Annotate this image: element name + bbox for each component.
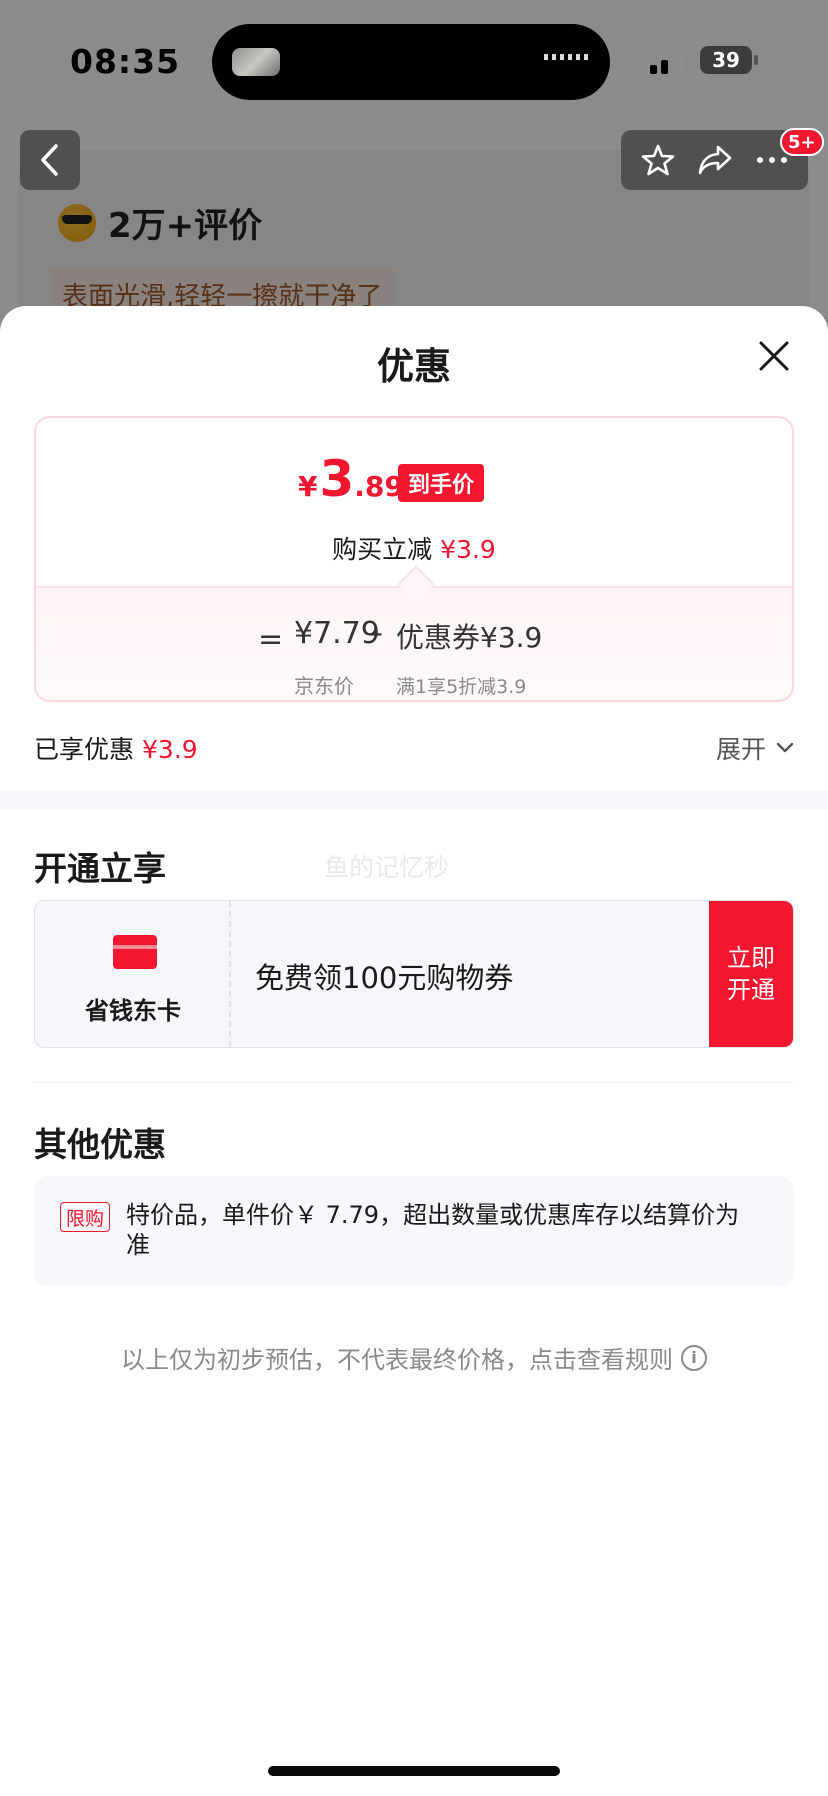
media-thumbnail (232, 48, 280, 76)
jd-price: ¥7.79 (294, 616, 380, 651)
chevron-left-icon (41, 144, 58, 176)
status-time: 08:35 (70, 42, 181, 81)
signal-icon (650, 48, 690, 74)
credit-card-icon (113, 935, 157, 969)
share-icon (698, 145, 731, 175)
card-name: 省钱东卡 (85, 997, 181, 1025)
jd-price-label: 京东价 (294, 674, 354, 698)
message-badge: 5+ (780, 128, 824, 156)
favorite-button[interactable] (636, 138, 680, 182)
info-icon[interactable]: i (681, 1344, 707, 1371)
other-offer-text: 特价品，单件价￥ 7.79，超出数量或优惠库存以结算价为准 (126, 1201, 740, 1259)
final-price-tag: 到手价 (398, 464, 485, 502)
price-breakdown-card: ¥ 3 .89 到手价 购买立减 ¥3.9 = ¥7.79 京东价 – 优惠券¥3… (34, 416, 794, 702)
discount-sheet: 优惠 ¥ 3 .89 到手价 购买立减 ¥3.9 = ¥7.79 京东价 – 优惠… (0, 306, 828, 1796)
divider (34, 1082, 794, 1083)
expand-toggle[interactable]: 展开 (716, 730, 794, 766)
audio-wave-icon (544, 54, 588, 60)
limit-tag: 限购 (60, 1202, 111, 1232)
enjoyed-discount: 已享优惠 ¥3.9 (34, 735, 198, 764)
close-icon (759, 341, 789, 371)
final-price: ¥ 3 .89 (298, 450, 404, 508)
watermark: 鱼的记忆秒 (324, 853, 450, 882)
star-icon (641, 144, 674, 176)
close-button[interactable] (756, 338, 792, 374)
share-button[interactable] (693, 138, 737, 182)
battery-icon: 39 (700, 46, 752, 74)
other-offer-item: 限购 特价品，单件价￥ 7.79，超出数量或优惠库存以结算价为准 (34, 1176, 794, 1286)
price-disclaimer[interactable]: 以上仅为初步预估，不代表最终价格，点击查看规则 i (0, 1340, 828, 1375)
activate-button[interactable]: 立即开通 (709, 901, 793, 1047)
instant-reduction: 购买立减 ¥3.9 (332, 535, 496, 564)
home-indicator[interactable] (268, 1766, 560, 1776)
coupon-value: 优惠券¥3.9 (396, 621, 543, 654)
chevron-down-icon (776, 742, 794, 753)
section-divider (0, 791, 828, 809)
open-section-title: 开通立享 (34, 849, 166, 888)
back-button[interactable] (20, 130, 80, 190)
dynamic-island (212, 24, 610, 100)
savings-card-offer[interactable]: 省钱东卡 免费领100元购物券 立即开通 (34, 900, 794, 1048)
other-section-title: 其他优惠 (34, 1125, 166, 1164)
sheet-title: 优惠 (377, 345, 451, 388)
price-formula: = ¥7.79 京东价 – 优惠券¥3.9 满1享5折减3.9 (36, 586, 792, 700)
status-bar: 08:35 39 (0, 0, 828, 120)
card-description: 免费领100元购物券 (255, 961, 514, 995)
coupon-rule: 满1享5折减3.9 (396, 676, 527, 698)
more-dots-icon (756, 157, 787, 163)
